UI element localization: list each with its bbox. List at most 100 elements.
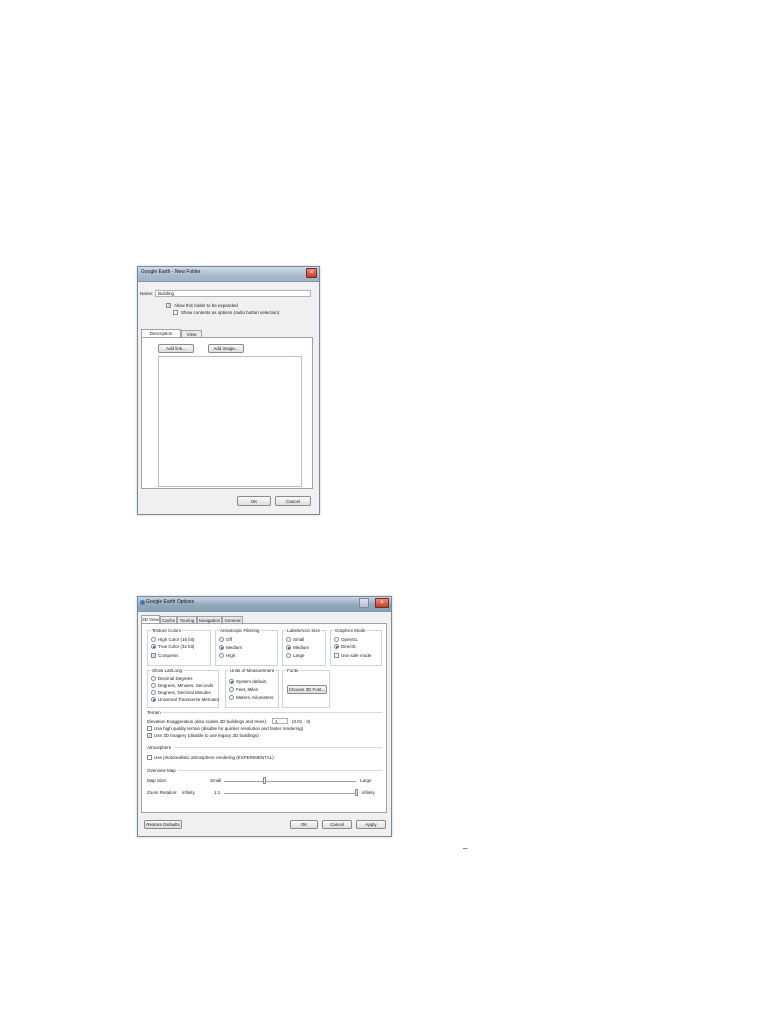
show-contents-checkbox[interactable] (173, 310, 178, 315)
options-panel: Texture Colors High Color (16 bit) True … (141, 623, 387, 813)
tab-general[interactable]: General (222, 616, 243, 623)
choose-3d-font-button[interactable]: Choose 3D Font... (287, 685, 327, 694)
tab-navigation[interactable]: Navigation (197, 616, 222, 623)
ddm-label: Degrees, Decimal Minutes (158, 690, 211, 695)
map-size-slider-thumb[interactable] (263, 777, 266, 784)
terrain-label: Terrain (147, 710, 161, 715)
atmosphere-label: Atmosphere (147, 745, 172, 750)
feet-miles-label: Feet, Miles (236, 687, 259, 692)
fonts-group: Fonts Choose 3D Font... (282, 668, 330, 708)
photorealistic-atmosphere-label: Use photorealistic atmosphere rendering … (154, 755, 274, 760)
true-color-radio[interactable] (151, 644, 156, 649)
new-folder-dialog: Google Earth - New Folder × Name: Buildi… (137, 266, 320, 515)
description-textarea[interactable] (158, 356, 302, 487)
elevation-range: (0.01 - 3) (292, 719, 311, 724)
utm-label: Universal Transverse Mercator (158, 697, 220, 702)
label-large-radio[interactable] (286, 653, 291, 658)
map-size-slider-track[interactable] (224, 781, 356, 782)
add-link-button[interactable]: Add link... (158, 344, 194, 353)
system-default-radio[interactable] (229, 679, 234, 684)
meters-km-label: Meters, Kilometers (236, 695, 274, 700)
cancel-button[interactable]: Cancel (275, 496, 311, 506)
cancel-button[interactable]: Cancel (322, 820, 352, 829)
ok-button[interactable]: OK (290, 820, 318, 829)
tab-cache[interactable]: Cache (160, 616, 177, 623)
atmosphere-divider (174, 747, 382, 748)
anisotropic-group: Anisotropic Filtering Off Medium High (215, 628, 278, 666)
stray-mark: _ (463, 840, 468, 849)
label-small-radio[interactable] (286, 637, 291, 642)
aniso-off-label: Off (226, 637, 232, 642)
feet-miles-radio[interactable] (229, 687, 234, 692)
label-medium-label: Medium (293, 645, 310, 650)
dms-radio[interactable] (151, 683, 156, 688)
tab-3d-view[interactable]: 3D View (141, 615, 160, 623)
zoom-relation-slider-track[interactable] (224, 793, 356, 794)
options-titlebar[interactable]: Google Earth Options × (138, 597, 391, 612)
utm-radio[interactable] (151, 697, 156, 702)
close-icon[interactable]: × (375, 598, 389, 608)
show-contents-label: Show contents as options (radio button s… (181, 310, 280, 315)
tab-view[interactable]: View (181, 330, 202, 337)
anisotropic-label: Anisotropic Filtering (219, 628, 261, 633)
safe-mode-checkbox[interactable] (334, 653, 339, 658)
restore-defaults-button[interactable]: Restore Defaults (144, 820, 182, 829)
compress-label: Compress (158, 653, 179, 658)
fonts-label: Fonts (286, 668, 300, 673)
zoom-infinity: infinity (362, 790, 375, 795)
map-size-label: Map Size: (147, 778, 168, 783)
opengl-radio[interactable] (334, 637, 339, 642)
ddm-radio[interactable] (151, 690, 156, 695)
elevation-field[interactable]: 1 (272, 718, 288, 724)
system-default-label: System default (236, 679, 266, 684)
options-dialog: Google Earth Options × 3D View Cache Tou… (137, 596, 392, 837)
use-3d-imagery-checkbox[interactable]: ✓ (147, 733, 152, 738)
high-color-label: High Color (16 bit) (158, 637, 195, 642)
zoom-relation-slider-thumb[interactable] (355, 789, 358, 796)
directx-label: DirectX (341, 644, 356, 649)
options-title: Google Earth Options (146, 599, 195, 605)
aniso-high-label: High (226, 653, 236, 658)
dms-label: Degrees, Minutes, Seconds (158, 683, 214, 688)
allow-expand-label: Allow this folder to be expanded (174, 303, 238, 308)
zoom-relation-label: Zoom Relation: (147, 790, 178, 795)
new-folder-titlebar[interactable]: Google Earth - New Folder × (138, 267, 319, 282)
close-icon[interactable]: × (306, 268, 317, 278)
show-latlong-label: Show Lat/Long (151, 668, 184, 673)
app-icon (140, 600, 145, 605)
folder-name-field[interactable]: Building (155, 290, 311, 297)
directx-radio[interactable] (334, 644, 339, 649)
safe-mode-label: Use safe mode (341, 653, 372, 658)
meters-km-radio[interactable] (229, 695, 234, 700)
high-color-radio[interactable] (151, 637, 156, 642)
use-3d-imagery-label: Use 3D Imagery (disable to use legacy 3D… (154, 733, 259, 738)
decimal-degrees-radio[interactable] (151, 676, 156, 681)
texture-colors-label: Texture Colors (151, 628, 183, 633)
terrain-divider (162, 712, 382, 713)
map-size-small: Small (210, 778, 222, 783)
add-image-button[interactable]: Add image... (208, 344, 244, 353)
photorealistic-atmosphere-checkbox[interactable] (147, 755, 152, 760)
apply-button[interactable]: Apply (356, 820, 386, 829)
zoom-relation-value: infinity (182, 790, 195, 795)
decimal-degrees-label: Decimal Degrees (158, 676, 193, 681)
compress-checkbox[interactable]: ✓ (151, 653, 156, 658)
labels-icon-group: Labels/Icon Size Small Medium Large (282, 628, 326, 666)
tab-touring[interactable]: Touring (177, 616, 197, 623)
aniso-medium-radio[interactable] (219, 645, 224, 650)
show-latlong-group: Show Lat/Long Decimal Degrees Degrees, M… (147, 668, 220, 708)
ok-button[interactable]: OK (237, 496, 271, 506)
label-medium-radio[interactable] (286, 645, 291, 650)
high-quality-terrain-label: Use high quality terrain (disable for qu… (154, 726, 304, 731)
aniso-off-radio[interactable] (219, 637, 224, 642)
aniso-high-radio[interactable] (219, 653, 224, 658)
texture-colors-group: Texture Colors High Color (16 bit) True … (147, 628, 211, 666)
zoom-one-to-one: 1:1 (214, 790, 221, 795)
opengl-label: OpenGL (341, 637, 359, 642)
high-quality-terrain-checkbox[interactable] (147, 726, 152, 731)
tab-description[interactable]: Description (141, 329, 181, 337)
graphics-mode-label: Graphics Mode (334, 628, 367, 633)
label-large-label: Large (293, 653, 305, 658)
minimize-icon[interactable] (359, 598, 369, 608)
allow-expand-checkbox[interactable]: ✓ (166, 303, 171, 308)
